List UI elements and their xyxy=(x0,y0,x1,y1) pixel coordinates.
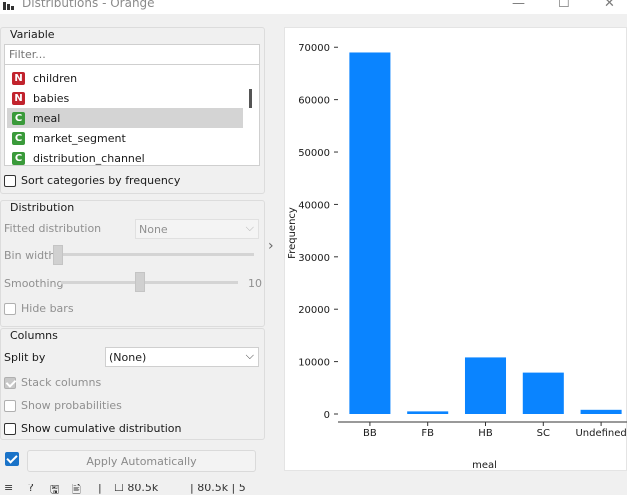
smoothing-value: 10 xyxy=(248,277,262,290)
list-item[interactable]: Nchildren xyxy=(7,68,243,88)
split-by-select[interactable]: (None) ⌵ xyxy=(105,347,259,367)
bin-width-slider-track[interactable] xyxy=(53,253,254,256)
filter-input[interactable] xyxy=(4,44,260,65)
bar-chart: 0 10000 20000 30000 40000 50000 60000 70000 BB FB… xyxy=(287,43,627,471)
x-tick-label: HB xyxy=(478,428,493,439)
status-item: 🖹 xyxy=(72,484,81,495)
variable-name: babies xyxy=(33,91,70,105)
y-tick-label: 0 xyxy=(324,410,330,421)
bin-width-label: Bin width xyxy=(4,249,56,262)
x-tick-label: FB xyxy=(421,428,434,439)
status-item: ? xyxy=(28,484,34,494)
y-tick-label: 10000 xyxy=(298,358,330,369)
stack-columns-label: Stack columns xyxy=(21,376,102,389)
smoothing-label: Smoothing xyxy=(4,277,64,290)
variable-list[interactable]: Nchildren Nbabies Cmeal Cmarket_segment Cdis… xyxy=(4,65,260,166)
distribution-box-title: Distribution xyxy=(10,201,75,214)
numeric-variable-icon: N xyxy=(12,91,25,105)
y-tick-label: 60000 xyxy=(298,96,330,107)
bar-sc xyxy=(522,372,564,414)
variable-name: meal xyxy=(33,111,61,125)
numeric-variable-icon: N xyxy=(12,71,25,85)
x-axis-label: meal xyxy=(472,460,497,471)
show-cumulative-checkbox[interactable]: Show cumulative distribution xyxy=(4,422,182,435)
bar-hb xyxy=(464,357,507,414)
app-icon xyxy=(3,2,14,10)
y-axis-label: Frequency xyxy=(287,207,298,259)
status-item: | xyxy=(98,484,102,494)
x-tick-label: Undefined xyxy=(575,428,626,439)
sort-by-frequency-checkbox[interactable]: Sort categories by frequency xyxy=(4,174,180,187)
bar-fb xyxy=(407,411,449,414)
checkbox-box[interactable] xyxy=(4,174,16,187)
y-tick-label: 30000 xyxy=(298,253,330,264)
status-item: ≡ xyxy=(4,484,14,494)
variable-name: distribution_channel xyxy=(33,151,145,165)
checkbox-box[interactable] xyxy=(4,422,16,435)
variable-name: children xyxy=(33,71,78,85)
apply-button[interactable]: Apply Automatically xyxy=(27,450,256,472)
show-probabilities-checkbox[interactable]: Show probabilities xyxy=(4,399,122,412)
categorical-variable-icon: C xyxy=(12,131,25,145)
checkbox-box[interactable] xyxy=(4,376,16,389)
categorical-variable-icon: C xyxy=(12,111,25,125)
categorical-variable-icon: C xyxy=(12,151,25,165)
fitted-distribution-select[interactable]: None ⌵ xyxy=(135,219,259,239)
status-bar: ≡? 🖫 🖹 | ☐ 80.5k | 80.5k | 5 xyxy=(0,484,627,495)
variable-name: market_segment xyxy=(33,131,126,145)
maximize-icon[interactable]: ☐ xyxy=(558,0,570,11)
minimize-icon[interactable]: — xyxy=(512,0,525,11)
fitted-distribution-value: None xyxy=(139,222,168,236)
checkbox-box[interactable] xyxy=(4,399,16,412)
x-tick-label: SC xyxy=(537,428,550,439)
hide-bars-checkbox[interactable]: Hide bars xyxy=(4,302,74,315)
smoothing-slider-handle[interactable] xyxy=(135,272,145,292)
title-bar: Distributions - Orange — ☐ ✕ xyxy=(0,0,627,14)
x-tick-label: BB xyxy=(363,428,377,439)
status-item: ☐ 80.5k xyxy=(114,484,159,494)
bar-undefined xyxy=(580,409,622,414)
split-by-label: Split by xyxy=(4,351,46,364)
variable-box-title: Variable xyxy=(10,28,55,41)
close-icon[interactable]: ✕ xyxy=(604,0,615,11)
show-cumulative-label: Show cumulative distribution xyxy=(21,422,182,435)
bin-width-slider-handle[interactable] xyxy=(53,245,63,265)
split-by-value: (None) xyxy=(109,350,147,364)
chevron-down-icon: ⌵ xyxy=(245,349,254,362)
chevron-down-icon: ⌵ xyxy=(245,221,254,234)
y-tick-label: 40000 xyxy=(298,200,330,211)
checkbox-box[interactable] xyxy=(4,302,16,315)
list-item[interactable]: Cmarket_segment xyxy=(7,128,243,148)
columns-box-title: Columns xyxy=(10,329,58,342)
y-tick-label: 50000 xyxy=(298,148,330,159)
scrollbar-thumb[interactable] xyxy=(249,89,252,108)
list-item[interactable]: Nbabies xyxy=(7,88,243,108)
y-tick-label: 70000 xyxy=(298,43,330,54)
window-title: Distributions - Orange xyxy=(22,0,155,10)
status-item: 🖫 xyxy=(50,484,60,495)
stack-columns-checkbox[interactable]: Stack columns xyxy=(4,376,101,389)
chart-area: 0 10000 20000 30000 40000 50000 60000 70000 BB FB… xyxy=(284,27,627,471)
expand-chevron-icon[interactable]: › xyxy=(268,238,274,254)
smoothing-slider-track[interactable] xyxy=(61,281,238,284)
fitted-distribution-label: Fitted distribution xyxy=(4,222,102,235)
list-item[interactable]: Cdistribution_channel xyxy=(7,148,243,165)
apply-automatically-checkbox[interactable] xyxy=(5,452,19,466)
list-item[interactable]: Cmeal xyxy=(7,108,243,128)
sort-by-frequency-label: Sort categories by frequency xyxy=(21,174,181,187)
show-probabilities-label: Show probabilities xyxy=(21,399,122,412)
y-tick-label: 20000 xyxy=(298,305,330,316)
hide-bars-label: Hide bars xyxy=(21,302,74,315)
status-item: | 80.5k | 5 xyxy=(190,484,246,494)
bar-bb xyxy=(349,52,391,414)
